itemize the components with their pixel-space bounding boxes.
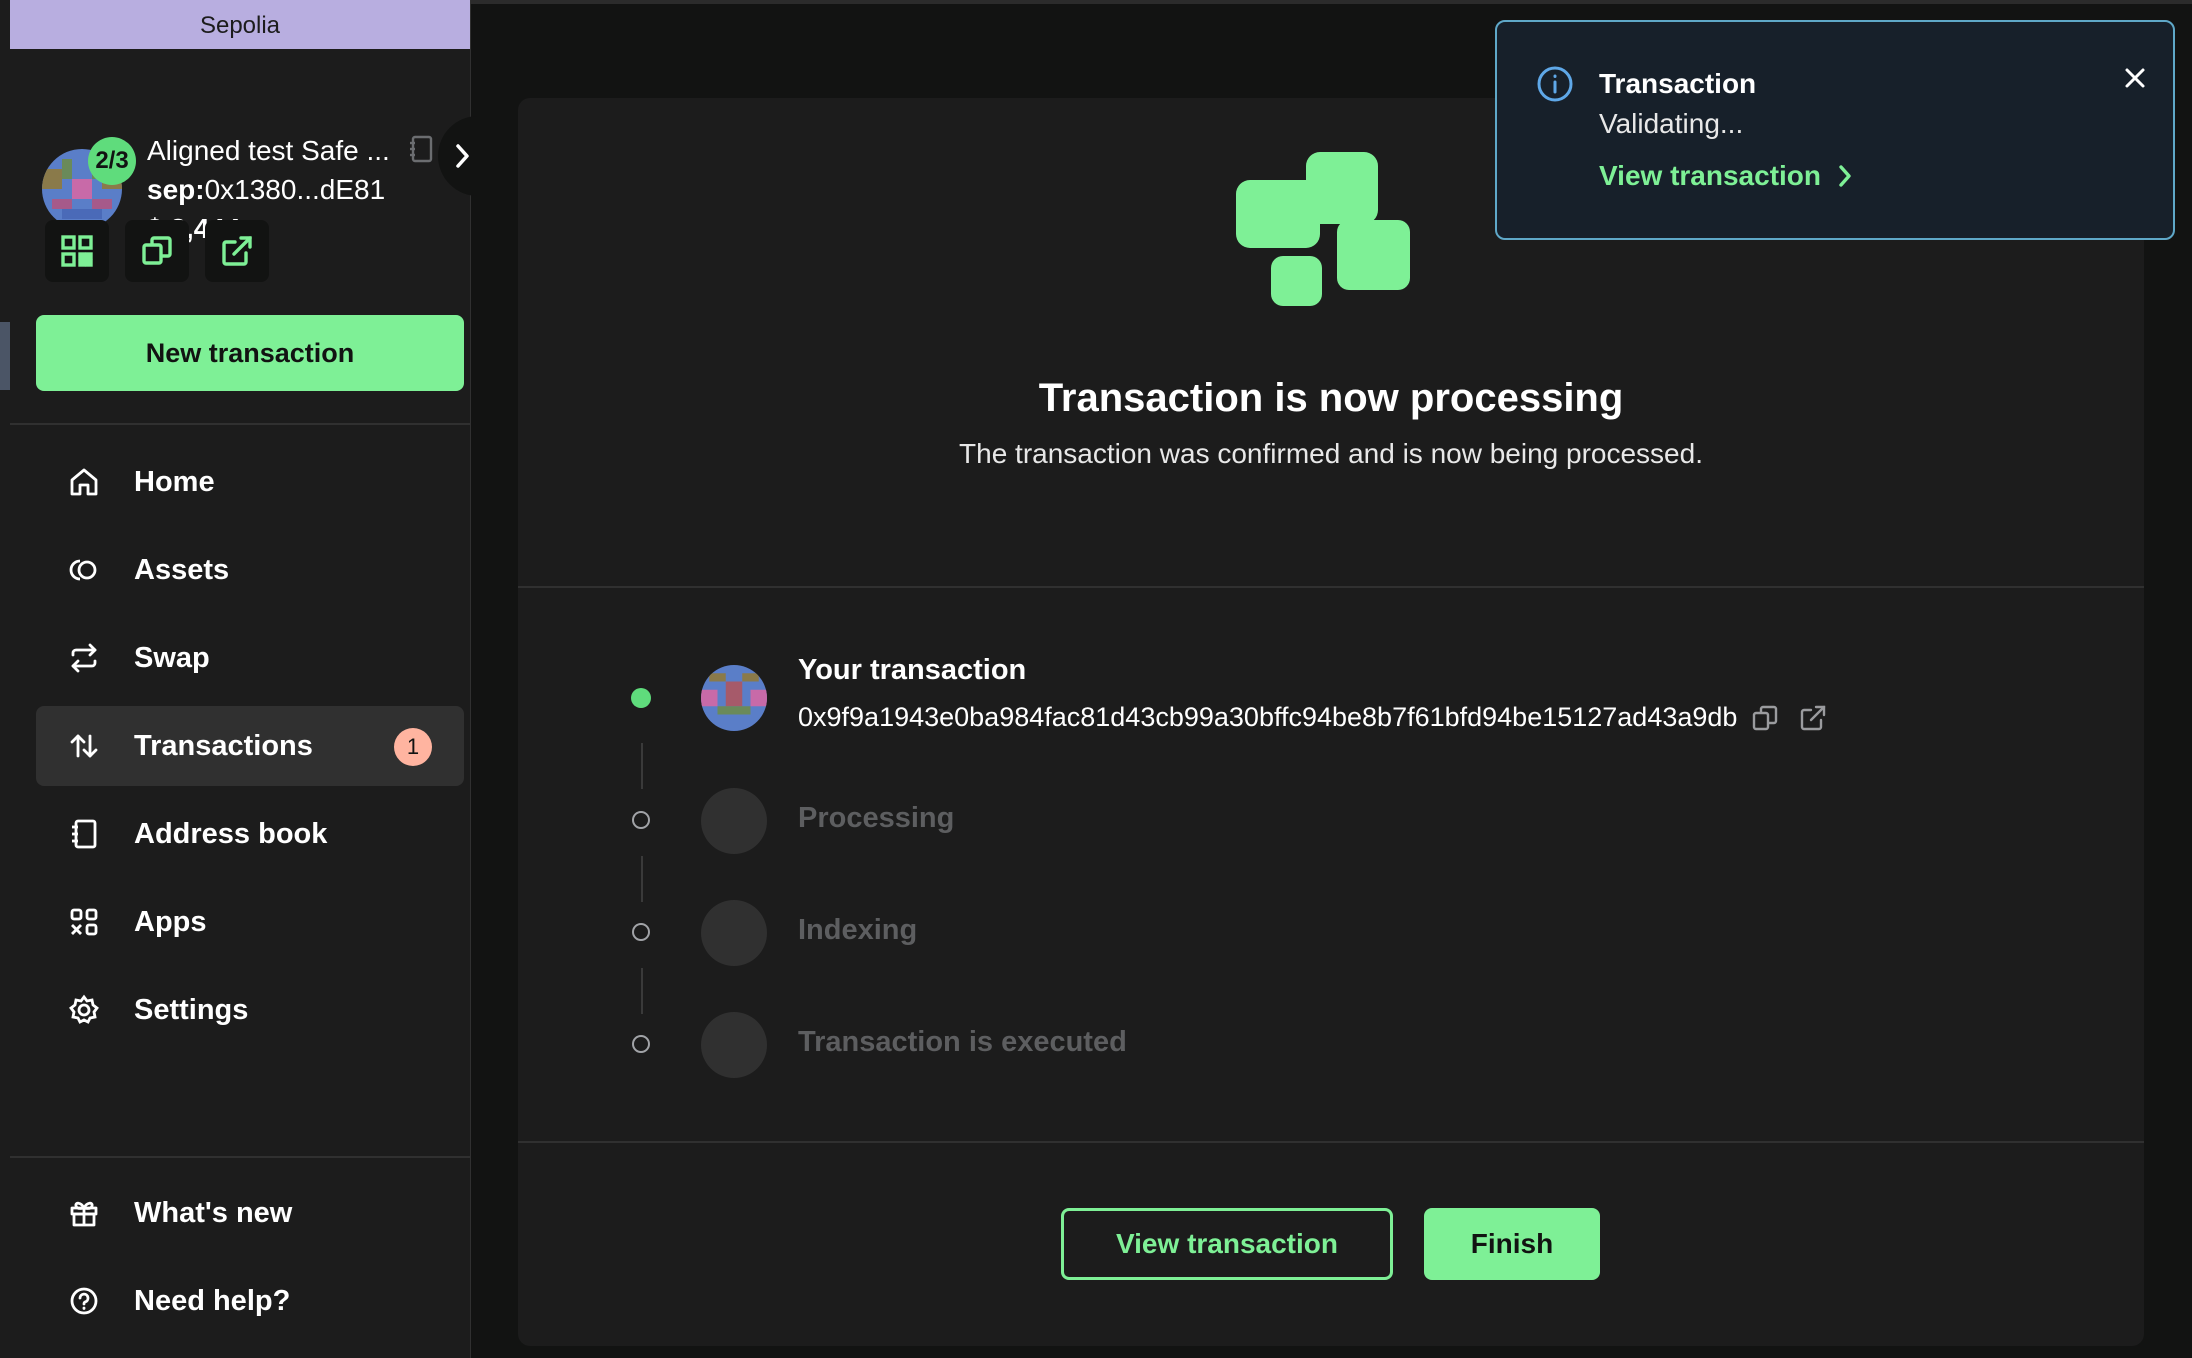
close-icon[interactable] bbox=[2121, 64, 2149, 97]
toast-message: Validating... bbox=[1599, 108, 1744, 139]
home-icon bbox=[66, 464, 102, 500]
step-connector bbox=[641, 743, 643, 789]
apps-icon bbox=[66, 904, 102, 940]
gift-icon bbox=[66, 1195, 102, 1231]
help-circle-icon bbox=[66, 1283, 102, 1319]
copy-address-button[interactable] bbox=[125, 220, 189, 282]
notification-toast: Transaction Validating... View transacti… bbox=[1495, 20, 2175, 240]
step-placeholder-circle bbox=[701, 900, 767, 966]
threshold-badge: 2/3 bbox=[88, 137, 136, 185]
sidebar-item-label: Settings bbox=[134, 993, 249, 1026]
step-processing: Processing bbox=[798, 802, 955, 834]
open-explorer-button[interactable] bbox=[205, 220, 269, 282]
copy-icon bbox=[1753, 705, 1778, 730]
sidebar-item-label: Swap bbox=[134, 641, 210, 674]
sidebar-item-apps[interactable]: Apps bbox=[36, 882, 464, 962]
network-indicator: Sepolia bbox=[10, 0, 470, 49]
step-placeholder-circle bbox=[701, 788, 767, 854]
address-book-icon[interactable] bbox=[408, 135, 434, 163]
step-connector bbox=[641, 968, 643, 1014]
step-pending-dot bbox=[632, 811, 650, 829]
sidebar-item-transactions[interactable]: Transactions 1 bbox=[36, 706, 464, 786]
step-indexing: Indexing bbox=[798, 914, 918, 946]
step-pending-dot bbox=[632, 923, 650, 941]
sidebar-item-need-help[interactable]: Need help? bbox=[36, 1261, 464, 1341]
copy-icon bbox=[142, 236, 172, 265]
sidebar-item-label: Need help? bbox=[134, 1284, 291, 1317]
step-executed: Transaction is executed bbox=[798, 1026, 1127, 1058]
qr-code-button[interactable] bbox=[45, 220, 109, 282]
sidebar-item-settings[interactable]: Settings bbox=[36, 970, 464, 1050]
new-transaction-button[interactable]: New transaction bbox=[36, 315, 464, 391]
sidebar-item-swap[interactable]: Swap bbox=[36, 618, 464, 698]
panel-divider bbox=[518, 1141, 2144, 1143]
sidebar-item-label: Home bbox=[134, 465, 215, 498]
sidebar-item-address-book[interactable]: Address book bbox=[36, 794, 464, 874]
toast-title: Transaction bbox=[1599, 68, 1757, 99]
safe-logo-icon bbox=[1236, 152, 1410, 306]
sidebar-item-label: What's new bbox=[134, 1196, 293, 1229]
qr-code-icon bbox=[61, 235, 93, 267]
transaction-status-panel: Transaction is now processing The transa… bbox=[518, 98, 2144, 1346]
signer-avatar bbox=[701, 665, 767, 731]
panel-divider bbox=[518, 586, 2144, 588]
transaction-hash: 0x9f9a1943e0ba984fac81d43cb99a30bffc94be… bbox=[798, 702, 1827, 733]
sidebar-divider bbox=[10, 1156, 470, 1158]
open-in-explorer-button[interactable] bbox=[1799, 704, 1827, 732]
sidebar-divider bbox=[10, 423, 470, 425]
toast-link-label: View transaction bbox=[1599, 160, 1822, 191]
safe-info: 2/3 Aligned test Safe ... sep:0x1380...d… bbox=[10, 49, 470, 249]
step-placeholder-circle bbox=[701, 1012, 767, 1078]
address-book-icon bbox=[66, 816, 102, 852]
selected-tab-marker bbox=[0, 322, 10, 390]
address-text: 0x1380...dE81 bbox=[204, 174, 386, 205]
sidebar-item-assets[interactable]: Assets bbox=[36, 530, 464, 610]
gear-icon bbox=[66, 992, 102, 1028]
panel-subtitle: The transaction was confirmed and is now… bbox=[959, 438, 1703, 469]
top-edge bbox=[470, 0, 2192, 4]
step-your-transaction: Your transaction bbox=[798, 654, 1027, 686]
step-pending-dot bbox=[632, 1035, 650, 1053]
external-link-icon bbox=[1801, 705, 1826, 730]
chevron-right-icon bbox=[1839, 165, 1851, 187]
sidebar-item-label: Address book bbox=[134, 817, 328, 850]
transaction-hash-text: 0x9f9a1943e0ba984fac81d43cb99a30bffc94be… bbox=[798, 702, 1738, 732]
safe-name: Aligned test Safe ... bbox=[147, 135, 390, 166]
panel-title: Transaction is now processing bbox=[1038, 376, 1624, 420]
swap-icon bbox=[66, 640, 102, 676]
sidebar-item-label: Apps bbox=[134, 905, 207, 938]
step-connector bbox=[641, 856, 643, 902]
chain-prefix: sep: bbox=[147, 174, 205, 205]
external-link-icon bbox=[222, 236, 252, 266]
sidebar-item-home[interactable]: Home bbox=[36, 442, 464, 522]
finish-button[interactable]: Finish bbox=[1424, 1208, 1600, 1280]
transactions-arrows-icon bbox=[66, 728, 102, 764]
safe-address[interactable]: sep:0x1380...dE81 bbox=[147, 174, 385, 206]
sidebar-item-whats-new[interactable]: What's new bbox=[36, 1173, 464, 1253]
step-complete-dot bbox=[631, 688, 651, 708]
view-transaction-button[interactable]: View transaction bbox=[1061, 1208, 1393, 1280]
pending-count-badge: 1 bbox=[394, 728, 432, 766]
sidebar-item-label: Transactions bbox=[134, 729, 313, 762]
coins-icon bbox=[66, 552, 102, 588]
toast-view-transaction-link[interactable]: View transaction bbox=[1599, 160, 1853, 192]
sidebar-item-label: Assets bbox=[134, 553, 230, 586]
info-icon bbox=[1535, 64, 1575, 109]
copy-hash-button[interactable] bbox=[1751, 704, 1779, 732]
sidebar: Sepolia 2/3 Aligned test Safe ... sep:0x… bbox=[10, 0, 486, 1358]
chevron-right-icon bbox=[456, 144, 469, 168]
